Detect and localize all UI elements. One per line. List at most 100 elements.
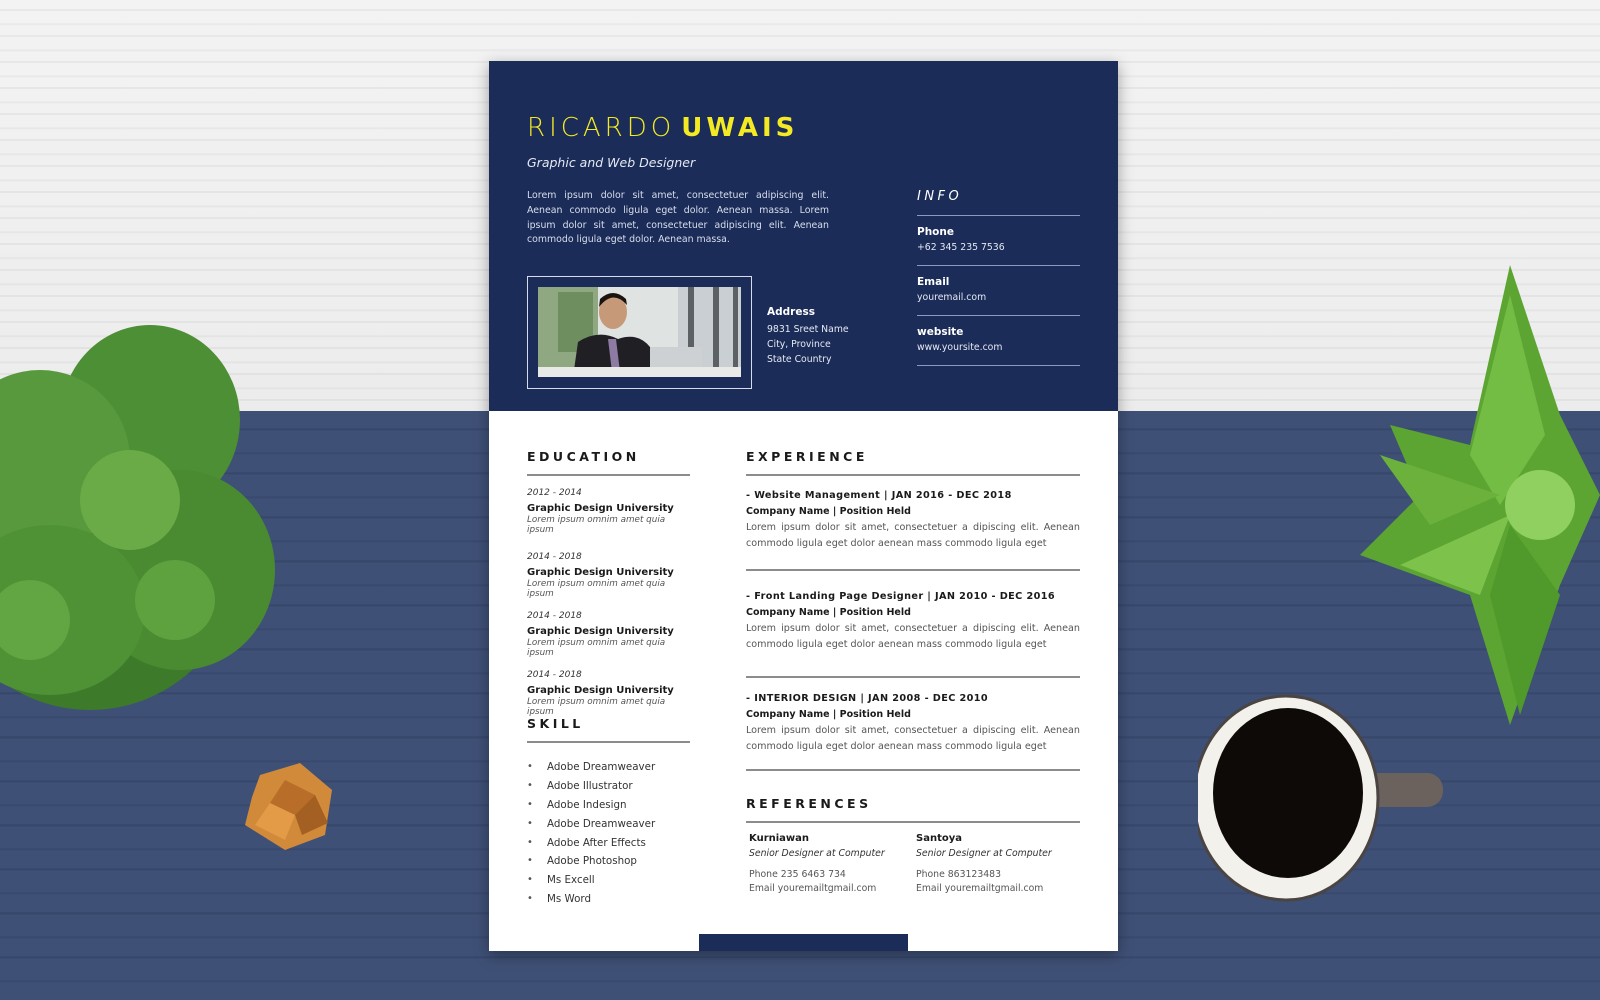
- experience-title: - Website Management | JAN 2016 - DEC 20…: [746, 490, 1012, 501]
- address-line: 9831 Sreet Name: [767, 324, 849, 335]
- reference-item: Kurniawan Senior Designer at Computer Ph…: [746, 833, 913, 894]
- education-years: 2012 - 2014: [527, 488, 582, 498]
- bullet-icon: •: [527, 817, 533, 829]
- education-item: 2014 - 2018 Graphic Design University Lo…: [527, 552, 690, 599]
- experience-company: Company Name | Position Held: [746, 506, 911, 517]
- succulent-plant-decoration: [1360, 265, 1600, 725]
- experience-heading: EXPERIENCE: [746, 449, 1080, 476]
- skill-item: • Adobe Dreamweaver: [527, 761, 690, 780]
- reference-role: Senior Designer at Computer: [916, 848, 1052, 859]
- experience-item: - INTERIOR DESIGN | JAN 2008 - DEC 2010 …: [746, 678, 1080, 771]
- candidate-name: RICARDO UWAIS: [527, 113, 798, 143]
- education-desc: Lorem ipsum omnim amet quia ipsum: [527, 697, 666, 717]
- skill-item: • Ms Excell: [527, 874, 690, 893]
- education-years: 2014 - 2018: [527, 552, 582, 562]
- skill-label: Adobe Indesign: [547, 798, 627, 811]
- experience-text: Lorem ipsum dolor sit amet, consectetuer…: [746, 522, 1080, 549]
- skill-label: Adobe Photoshop: [547, 855, 637, 868]
- experience-company: Company Name | Position Held: [746, 709, 911, 721]
- info-value: www.yoursite.com: [917, 342, 1003, 353]
- bullet-icon: •: [527, 893, 533, 905]
- bullet-icon: •: [527, 761, 533, 772]
- info-label: Email: [917, 276, 950, 288]
- info-section: INFO Phone +62 345 235 7536 Email yourem…: [917, 189, 1080, 366]
- skill-item: • Adobe Dreamweaver: [527, 818, 690, 837]
- skill-item: • Adobe Photoshop: [527, 855, 690, 874]
- info-heading: INFO: [917, 189, 1080, 216]
- reference-name: Kurniawan: [749, 833, 810, 844]
- info-value: +62 345 235 7536: [917, 242, 1005, 253]
- info-item-website: website www.yoursite.com: [917, 316, 1080, 366]
- info-value: youremail.com: [917, 292, 987, 303]
- info-label: Phone: [917, 226, 954, 238]
- education-item: 2014 - 2018 Graphic Design University Lo…: [527, 611, 690, 658]
- job-title: Graphic and Web Designer: [527, 155, 696, 170]
- experience-text: Lorem ipsum dolor sit amet, consectetuer…: [746, 623, 1080, 650]
- skill-item: • Adobe Illustrator: [527, 780, 690, 799]
- address-line: City, Province: [767, 338, 831, 350]
- skill-item: • Ms Word: [527, 893, 690, 912]
- education-desc: Lorem ipsum omnim amet quia ipsum: [527, 579, 666, 599]
- education-desc: Lorem ipsum omnim amet quia ipsum: [527, 515, 666, 535]
- references-section: REFERENCES Kurniawan Senior Designer at …: [746, 796, 1080, 894]
- footer-accent-bar: [699, 934, 908, 951]
- profile-photo-frame: [527, 276, 752, 389]
- education-item: 2014 - 2018 Graphic Design University Lo…: [527, 670, 690, 717]
- last-name: UWAIS: [681, 113, 799, 143]
- reference-item: Santoya Senior Designer at Computer Phon…: [913, 833, 1080, 894]
- education-item: 2012 - 2014 Graphic Design University Lo…: [527, 488, 690, 535]
- reference-phone: Phone 863123483: [916, 869, 1001, 880]
- bullet-icon: •: [527, 798, 533, 810]
- experience-item: - Front Landing Page Designer | JAN 2010…: [746, 571, 1080, 679]
- basil-plant-decoration: [0, 325, 275, 710]
- coffee-cup-decoration: [1198, 694, 1443, 902]
- reference-email: Email youremailtgmail.com: [749, 883, 877, 894]
- experience-text: Lorem ipsum dolor sit amet, consectetuer…: [746, 725, 1080, 752]
- skill-section: SKILL • Adobe Dreamweaver • Adobe Illustra…: [527, 716, 690, 912]
- reference-phone: Phone 235 6463 734: [749, 869, 846, 880]
- experience-section: EXPERIENCE - Website Management | JAN 20…: [746, 449, 1080, 771]
- education-school: Graphic Design University: [527, 567, 674, 578]
- skill-label: Adobe After Effects: [547, 836, 646, 849]
- reference-role: Senior Designer at Computer: [749, 848, 885, 859]
- education-section: EDUCATION 2012 - 2014 Graphic Design Uni…: [527, 449, 690, 717]
- experience-item: - Website Management | JAN 2016 - DEC 20…: [746, 476, 1080, 572]
- reference-email: Email youremailtgmail.com: [916, 883, 1044, 894]
- resume-header: RICARDO UWAIS Graphic and Web Designer Lo…: [489, 61, 1118, 411]
- reference-name: Santoya: [916, 833, 962, 844]
- education-school: Graphic Design University: [527, 503, 674, 514]
- education-years: 2014 - 2018: [527, 611, 582, 621]
- references-heading: REFERENCES: [746, 796, 1080, 823]
- skill-heading: SKILL: [527, 716, 690, 743]
- education-desc: Lorem ipsum omnim amet quia ipsum: [527, 638, 666, 658]
- address-line: State Country: [767, 353, 832, 365]
- info-item-email: Email youremail.com: [917, 266, 1080, 316]
- profile-summary: Lorem ipsum dolor sit amet, consectetuer…: [527, 190, 829, 246]
- first-name: RICARDO: [527, 113, 676, 143]
- education-years: 2014 - 2018: [527, 670, 582, 680]
- wooden-star-puzzle-decoration: [245, 763, 332, 850]
- bullet-icon: •: [527, 836, 533, 848]
- skill-label: Adobe Dreamweaver: [547, 817, 656, 830]
- skill-item: • Adobe Indesign: [527, 799, 690, 818]
- education-school: Graphic Design University: [527, 685, 674, 696]
- skill-label: Ms Excell: [547, 874, 595, 887]
- info-item-phone: Phone +62 345 235 7536: [917, 216, 1080, 266]
- address-label: Address: [767, 306, 815, 318]
- experience-title: - INTERIOR DESIGN | JAN 2008 - DEC 2010: [746, 693, 989, 705]
- education-school: Graphic Design University: [527, 626, 674, 637]
- education-heading: EDUCATION: [527, 449, 690, 476]
- skill-item: • Adobe After Effects: [527, 837, 690, 856]
- skill-label: Ms Word: [547, 893, 591, 906]
- skill-list: • Adobe Dreamweaver • Adobe Illustrator • A…: [527, 761, 690, 912]
- bullet-icon: •: [527, 855, 533, 867]
- experience-title: - Front Landing Page Designer | JAN 2010…: [746, 591, 1056, 603]
- bullet-icon: •: [527, 874, 533, 886]
- bullet-icon: •: [527, 779, 533, 791]
- address-block: Address 9831 Sreet Name City, Province S…: [767, 306, 849, 367]
- resume-page: RICARDO UWAIS Graphic and Web Designer Lo…: [489, 61, 1118, 951]
- experience-company: Company Name | Position Held: [746, 607, 911, 619]
- skill-label: Adobe Dreamweaver: [547, 761, 656, 773]
- info-label: website: [917, 326, 964, 338]
- skill-label: Adobe Illustrator: [547, 779, 633, 792]
